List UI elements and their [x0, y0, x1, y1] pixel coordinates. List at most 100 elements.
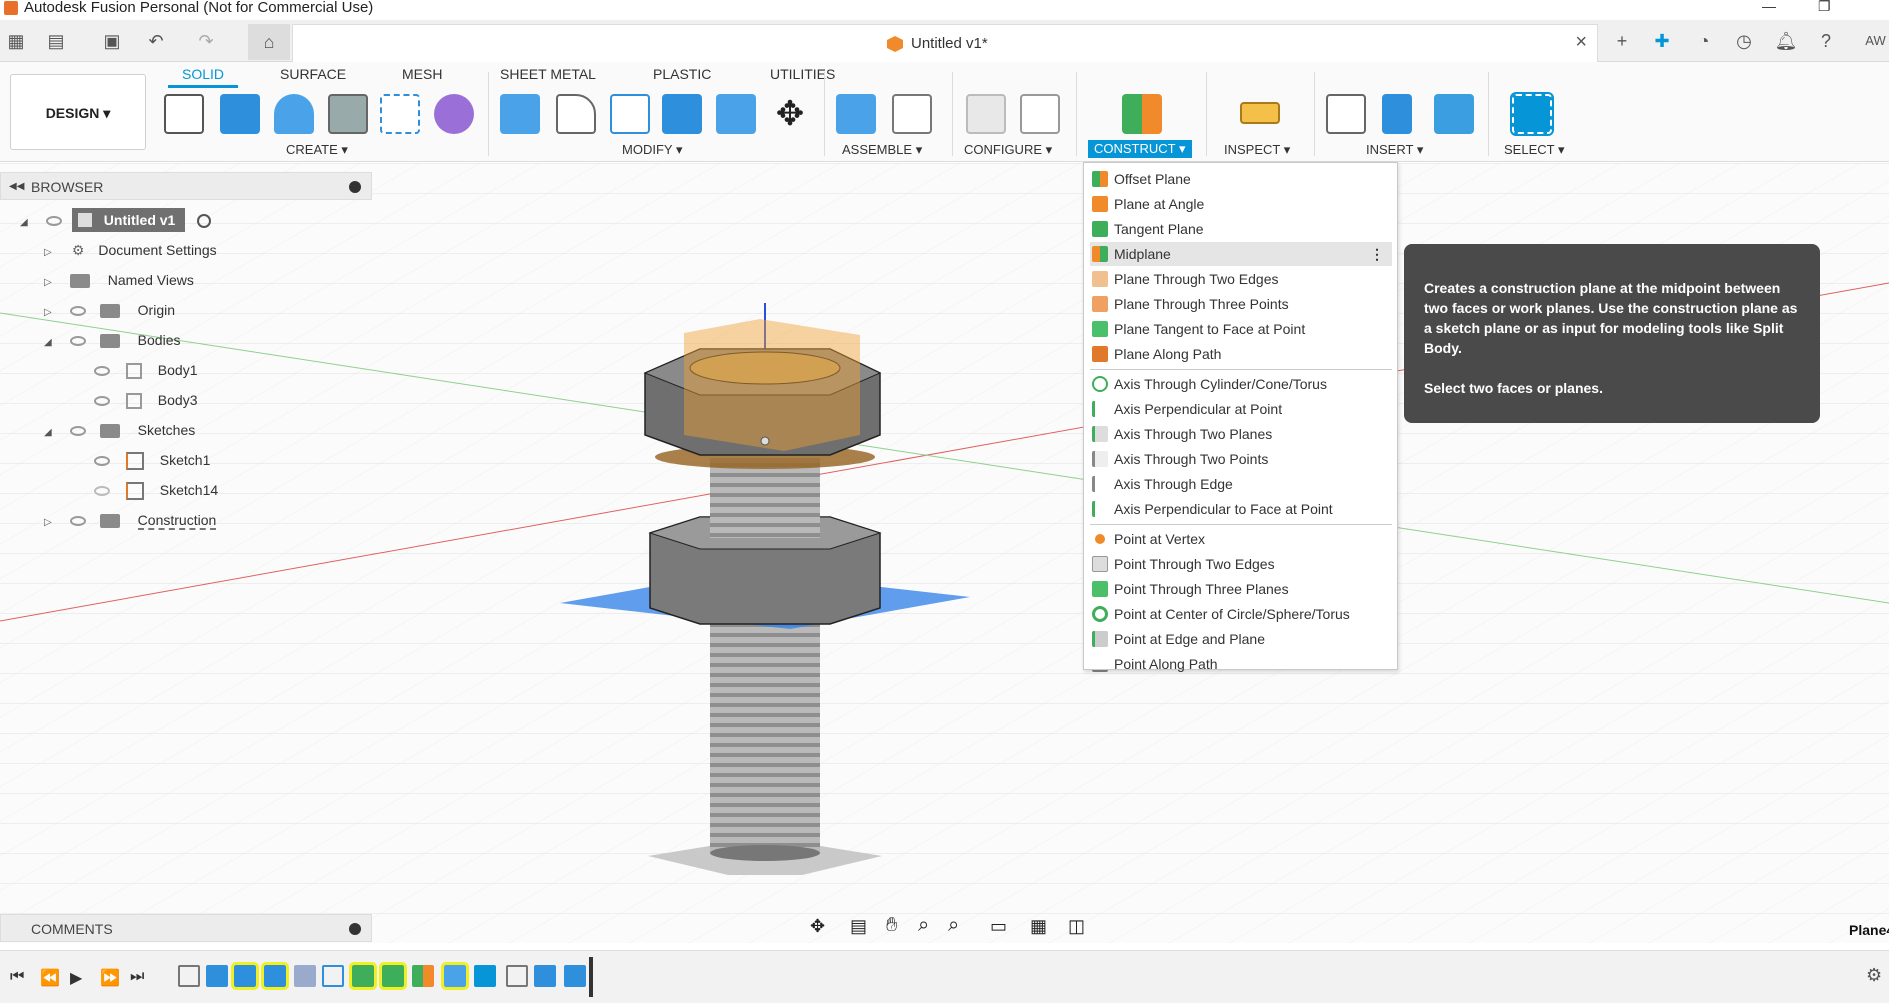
notifications-icon[interactable]: 🔔︎ — [1774, 29, 1798, 53]
browser-options-icon[interactable] — [349, 181, 361, 193]
menu-item-plane-through-three-points[interactable]: Plane Through Three Points — [1090, 292, 1392, 316]
new-tab-icon[interactable]: + — [1610, 29, 1634, 53]
collapse-browser-icon[interactable]: ◀◀ — [9, 173, 24, 201]
visibility-eye-icon[interactable] — [69, 516, 86, 527]
job-status-icon[interactable]: ◔ — [1692, 29, 1716, 53]
visibility-eye-icon[interactable] — [45, 216, 62, 227]
fillet-icon[interactable] — [556, 94, 596, 134]
tree-item-sketch1[interactable]: Sketch1 — [94, 448, 210, 472]
menu-item-point-center-circle[interactable]: Point at Center of Circle/Sphere/Torus — [1090, 602, 1392, 626]
zoom-window-icon[interactable]: ⌕ — [948, 914, 959, 937]
menu-item-point-edge-plane[interactable]: Point at Edge and Plane — [1090, 627, 1392, 651]
display-settings-icon[interactable]: ▭ — [990, 916, 1007, 937]
visibility-eye-icon[interactable] — [94, 366, 110, 377]
assemble-menu[interactable]: ASSEMBLE ▾ — [842, 142, 922, 158]
root-component-label[interactable]: Untitled v1 — [71, 208, 186, 232]
tree-item-sketch14[interactable]: Sketch14 — [94, 478, 218, 502]
timeline-extrude-feature[interactable] — [564, 965, 586, 987]
configure-grid-icon[interactable] — [1020, 94, 1060, 134]
joint-icon[interactable] — [892, 94, 932, 134]
minimize-icon[interactable]: — — [1762, 0, 1776, 14]
insert-mcmaster-icon[interactable] — [1382, 94, 1412, 134]
collapse-triangle-icon[interactable]: ◢ — [20, 211, 32, 235]
extrude-icon[interactable] — [220, 94, 260, 134]
close-tab-icon[interactable]: × — [1575, 31, 1587, 54]
document-tab[interactable]: Untitled v1* × — [292, 24, 1598, 62]
tab-sheet-metal[interactable]: SHEET METAL — [500, 66, 596, 82]
restore-icon[interactable]: ❐ — [1818, 0, 1831, 15]
tree-item-sketches[interactable]: ◢ Sketches — [44, 418, 195, 442]
menu-item-axis-cylinder[interactable]: Axis Through Cylinder/Cone/Torus — [1090, 372, 1392, 396]
undo-icon[interactable]: ↶ — [144, 29, 168, 53]
timeline-plane-feature[interactable] — [379, 962, 407, 990]
menu-item-plane-tangent-face-point[interactable]: Plane Tangent to Face at Point — [1090, 317, 1392, 341]
expand-triangle-icon[interactable]: ▷ — [44, 511, 56, 535]
configure-menu[interactable]: CONFIGURE ▾ — [964, 142, 1052, 158]
hidden-eye-icon[interactable] — [94, 486, 110, 497]
user-avatar[interactable]: AW — [1862, 29, 1889, 53]
menu-item-midplane[interactable]: Midplane ⋮ — [1090, 242, 1392, 266]
viewports-icon[interactable]: ◫ — [1068, 916, 1085, 937]
timeline-plane-feature[interactable] — [412, 965, 434, 987]
menu-item-point-two-edges[interactable]: Point Through Two Edges — [1090, 552, 1392, 576]
tree-item-bodies[interactable]: ◢ Bodies — [44, 328, 180, 352]
timeline-sketch-feature[interactable] — [506, 965, 528, 987]
menu-item-point-along-path[interactable]: Point Along Path — [1090, 652, 1392, 676]
menu-item-point-at-vertex[interactable]: Point at Vertex — [1090, 527, 1392, 551]
look-at-icon[interactable]: ▤ — [850, 916, 867, 937]
more-options-icon[interactable]: ⋮ — [1370, 242, 1384, 266]
timeline-chamfer-feature[interactable] — [294, 965, 316, 987]
hole-icon[interactable] — [328, 94, 368, 134]
configure-table-icon[interactable] — [966, 94, 1006, 134]
menu-item-axis-edge[interactable]: Axis Through Edge — [1090, 472, 1392, 496]
play-icon[interactable]: ▶ — [70, 968, 82, 988]
revolve-icon[interactable] — [274, 94, 314, 134]
menu-item-axis-perpendicular-face[interactable]: Axis Perpendicular to Face at Point — [1090, 497, 1392, 521]
clock-icon[interactable]: ◷ — [1732, 29, 1756, 53]
combine-icon[interactable] — [662, 94, 702, 134]
tree-item-construction[interactable]: ▷ Construction — [44, 508, 217, 535]
tree-item-named-views[interactable]: ▷ Named Views — [44, 268, 194, 292]
step-back-icon[interactable]: ⏪ — [40, 968, 60, 988]
tab-mesh[interactable]: MESH — [402, 66, 442, 82]
activate-radio-icon[interactable] — [197, 214, 212, 229]
timeline-selected-feature[interactable] — [474, 965, 496, 987]
timeline-marker[interactable] — [589, 957, 593, 997]
menu-item-plane-at-angle[interactable]: Plane at Angle — [1090, 192, 1392, 216]
menu-item-offset-plane[interactable]: Offset Plane — [1090, 167, 1392, 191]
construct-plane-icon[interactable] — [1122, 94, 1162, 134]
app-grid-icon[interactable]: ▦ — [4, 29, 28, 53]
tree-root[interactable]: ◢ Untitled v1 — [20, 208, 212, 235]
orbit-icon[interactable]: ✥ — [810, 916, 825, 937]
tree-item-body3[interactable]: Body3 — [94, 388, 197, 412]
modify-menu[interactable]: MODIFY ▾ — [622, 142, 682, 158]
file-menu-icon[interactable]: ▤ — [44, 29, 68, 53]
create-sketch-icon[interactable] — [164, 94, 204, 134]
pan-icon[interactable]: ✋︎ — [886, 914, 897, 937]
menu-item-tangent-plane[interactable]: Tangent Plane — [1090, 217, 1392, 241]
new-component-icon[interactable] — [836, 94, 876, 134]
insert-canvas-icon[interactable] — [1434, 94, 1474, 134]
menu-item-plane-through-two-edges[interactable]: Plane Through Two Edges — [1090, 267, 1392, 291]
grid-settings-icon[interactable]: ▦ — [1030, 916, 1047, 937]
save-icon[interactable]: ▣ — [100, 29, 124, 53]
timeline-extrude-feature[interactable] — [534, 965, 556, 987]
extensions-icon[interactable]: ✚ — [1650, 29, 1674, 53]
collapse-triangle-icon[interactable]: ◢ — [44, 331, 56, 355]
visibility-eye-icon[interactable] — [94, 456, 110, 467]
menu-item-point-three-planes[interactable]: Point Through Three Planes — [1090, 577, 1392, 601]
collapse-triangle-icon[interactable]: ◢ — [44, 421, 56, 445]
visibility-eye-icon[interactable] — [94, 396, 110, 407]
add-comment-icon[interactable] — [349, 923, 361, 935]
timeline-settings-icon[interactable]: ⚙ — [1866, 965, 1882, 986]
move-copy-icon[interactable]: ✥ — [770, 94, 810, 134]
home-icon[interactable]: ⌂ — [248, 24, 290, 60]
timeline-split-feature[interactable] — [441, 962, 469, 990]
inspect-menu[interactable]: INSPECT ▾ — [1224, 142, 1290, 158]
press-pull-icon[interactable] — [500, 94, 540, 134]
select-menu[interactable]: SELECT ▾ — [1504, 142, 1564, 158]
expand-triangle-icon[interactable]: ▷ — [44, 241, 56, 265]
split-body-icon[interactable] — [716, 94, 756, 134]
shell-icon[interactable] — [610, 94, 650, 134]
visibility-eye-icon[interactable] — [69, 336, 86, 347]
